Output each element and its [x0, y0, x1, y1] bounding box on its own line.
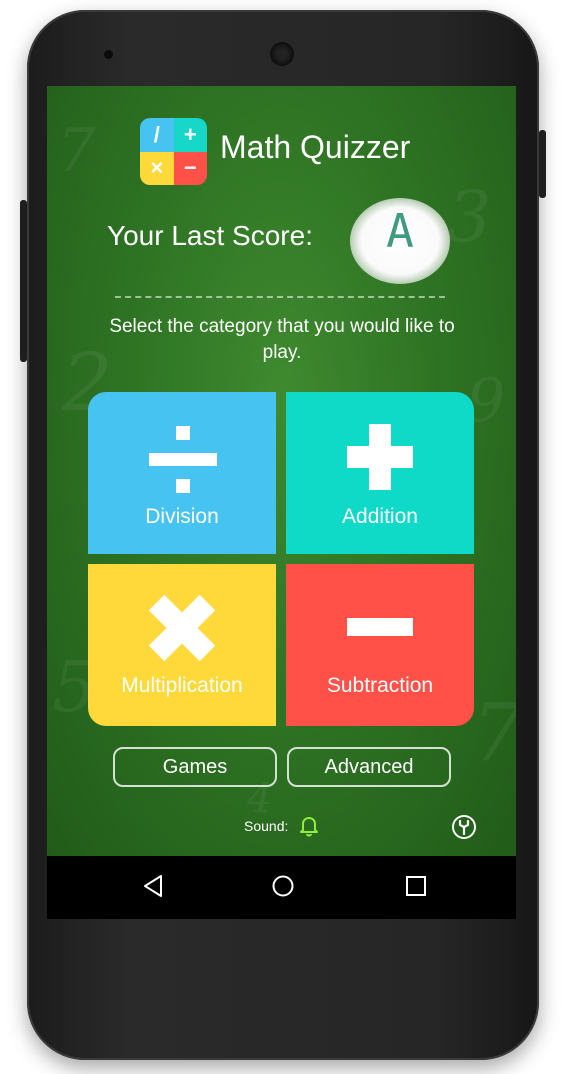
logo-plus-quadrant: + [173, 118, 207, 152]
bell-icon[interactable] [297, 814, 321, 838]
division-icon [149, 426, 217, 493]
front-camera [270, 42, 294, 66]
power-button [539, 130, 546, 198]
instructions-text: Select the category that you would like … [109, 316, 455, 363]
divider-dashed [115, 296, 445, 298]
sound-label: Sound: [244, 818, 289, 834]
android-navbar [47, 856, 516, 919]
last-score-label: Your Last Score: [107, 220, 313, 251]
grade-letter: A [386, 204, 414, 258]
category-label: Subtraction [326, 674, 434, 697]
wrench-icon[interactable] [451, 814, 477, 840]
logo-minus-quadrant: − [173, 151, 207, 185]
plus-icon [347, 424, 413, 490]
home-circle-icon[interactable] [270, 873, 296, 899]
category-tile-addition[interactable]: Addition [286, 392, 474, 554]
recents-square-icon[interactable] [403, 873, 429, 899]
category-tile-multiplication[interactable]: Multiplication [88, 564, 276, 726]
category-label: Addition [342, 505, 418, 528]
app-logo: / + × − [140, 118, 207, 185]
category-label: Division [145, 505, 219, 528]
app-title: Math Quizzer [220, 129, 411, 165]
sensor-dot [104, 50, 113, 59]
chalkboard-background: 7 3 2 9 5 7 4 / + × − Math Quizzer Your … [47, 86, 516, 856]
volume-button [20, 200, 27, 362]
category-tile-division[interactable]: Division [88, 392, 276, 554]
minus-icon [347, 618, 413, 636]
category-tile-subtraction[interactable]: Subtraction [286, 564, 474, 726]
back-triangle-icon[interactable] [141, 873, 167, 899]
category-label: Multiplication [121, 674, 243, 697]
logo-slash-quadrant: / [140, 118, 174, 152]
logo-times-quadrant: × [140, 151, 174, 185]
games-button[interactable]: Games [113, 747, 277, 787]
multiply-icon [148, 594, 216, 662]
app-screen: 7 3 2 9 5 7 4 / + × − Math Quizzer Your … [47, 86, 516, 919]
advanced-button[interactable]: Advanced [287, 747, 451, 787]
